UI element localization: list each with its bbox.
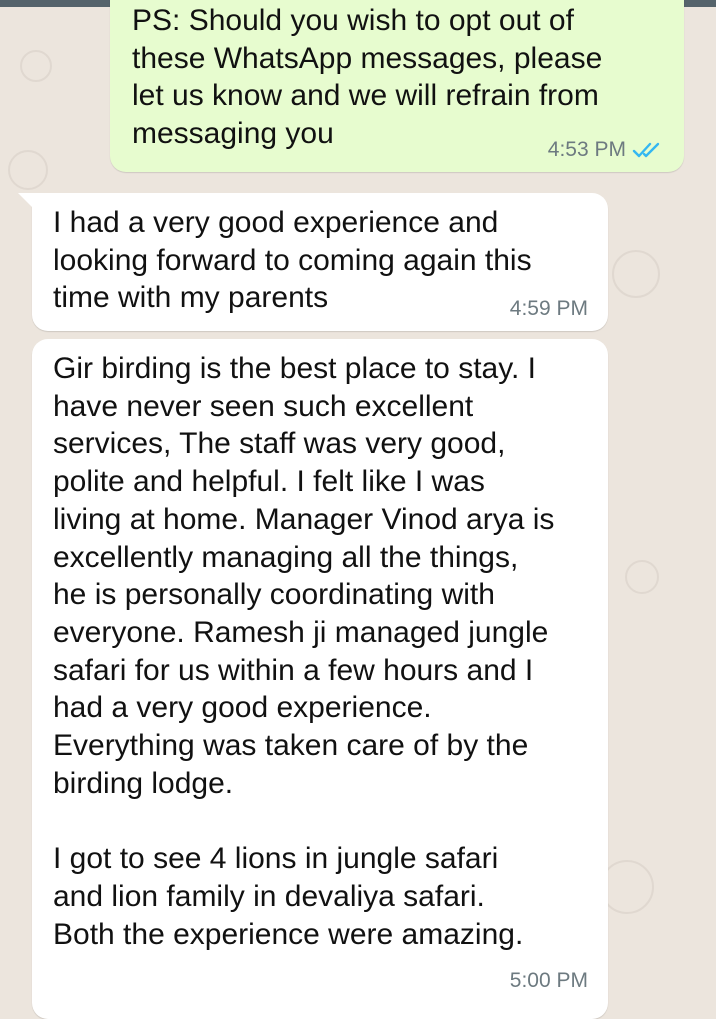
- message-text: PS: Should you wish to opt out of these …: [132, 4, 603, 151]
- incoming-message-bubble[interactable]: Gir birding is the best place to stay. I…: [32, 339, 608, 1019]
- message-time: 4:59 PM: [509, 297, 588, 320]
- wallpaper-doodle: [625, 560, 659, 594]
- wallpaper-doodle: [600, 860, 654, 914]
- double-check-read-icon: [632, 140, 664, 160]
- message-time: 4:53 PM: [547, 138, 626, 161]
- wallpaper-doodle: [20, 50, 52, 82]
- message-text: Gir birding is the best place to stay. I…: [53, 352, 555, 951]
- bubble-tail: [18, 193, 36, 211]
- message-meta: 4:59 PM: [510, 297, 588, 321]
- wallpaper-doodle: [8, 150, 48, 190]
- message-text: I had a very good experience and looking…: [53, 206, 532, 315]
- outgoing-message-bubble[interactable]: PS: Should you wish to opt out of these …: [110, 0, 684, 172]
- incoming-message-bubble[interactable]: I had a very good experience and looking…: [18, 193, 608, 331]
- message-meta: 5:00 PM: [510, 969, 588, 993]
- message-time: 5:00 PM: [509, 969, 588, 992]
- wallpaper-doodle: [612, 250, 660, 298]
- message-meta: 4:53 PM: [548, 138, 664, 162]
